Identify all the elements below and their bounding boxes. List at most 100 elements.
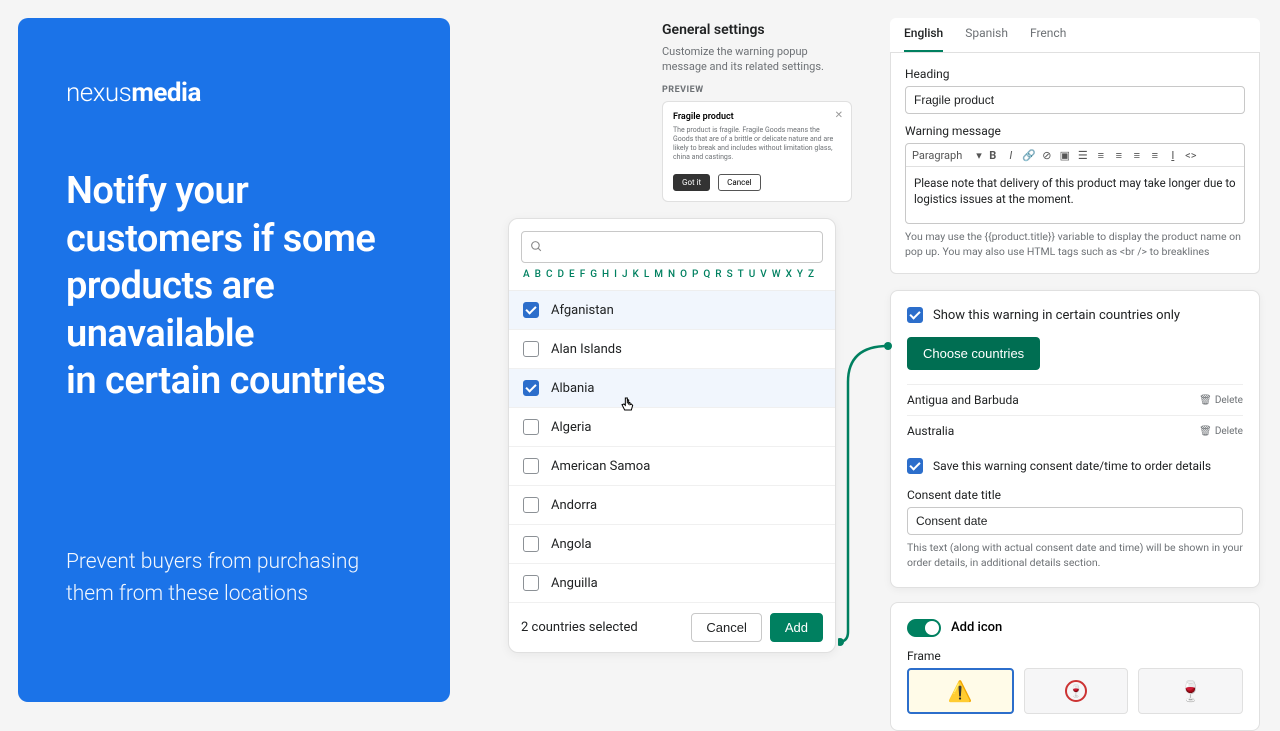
close-icon[interactable]: ✕: [835, 110, 843, 121]
alpha-letter[interactable]: P: [690, 269, 700, 280]
alpha-letter[interactable]: O: [678, 269, 689, 280]
add-button[interactable]: Add: [770, 613, 823, 642]
section-description: Customize the warning popup message and …: [662, 44, 852, 75]
delete-button[interactable]: 🗑 Delete: [1199, 395, 1243, 406]
country-checkbox[interactable]: [523, 458, 539, 474]
consent-hint: This text (along with actual consent dat…: [907, 541, 1243, 570]
unlink-icon[interactable]: ⊘: [1040, 148, 1054, 162]
hero-subtext: Prevent buyers from purchasing them from…: [66, 546, 402, 611]
italic-icon[interactable]: I: [1004, 148, 1018, 162]
alpha-letter[interactable]: H: [600, 269, 611, 280]
tab-spanish[interactable]: Spanish: [965, 26, 1008, 52]
save-consent-label: Save this warning consent date/time to o…: [933, 459, 1211, 473]
country-row[interactable]: Albania: [509, 369, 835, 408]
cancel-button[interactable]: Cancel: [691, 613, 761, 642]
preview-card: Fragile product ✕ The product is fragile…: [662, 101, 852, 202]
preview-cancel-button[interactable]: Cancel: [718, 174, 760, 191]
clear-format-icon[interactable]: I: [1166, 148, 1180, 162]
alpha-letter[interactable]: V: [758, 269, 768, 280]
country-checkbox[interactable]: [523, 302, 539, 318]
country-picker-modal: A B C D E F G H I J K L M N O P Q R S T …: [508, 218, 836, 653]
country-list: AfganistanAlan IslandsAlbania Algeria Amer…: [509, 290, 835, 603]
consent-title-input[interactable]: [907, 507, 1243, 535]
delete-button[interactable]: 🗑 Delete: [1199, 426, 1243, 437]
alpha-letter[interactable]: Q: [701, 269, 712, 280]
editor-body[interactable]: Please note that delivery of this produc…: [906, 167, 1244, 223]
country-row[interactable]: Alan Islands: [509, 330, 835, 369]
country-row[interactable]: American Samoa: [509, 447, 835, 486]
alpha-letter[interactable]: X: [784, 269, 794, 280]
alpha-letter[interactable]: R: [713, 269, 723, 280]
alpha-letter[interactable]: L: [642, 269, 651, 280]
consent-title-label: Consent date title: [907, 488, 1243, 502]
alpha-letter[interactable]: C: [544, 269, 555, 280]
alpha-letter[interactable]: F: [578, 269, 588, 280]
show-countries-label: Show this warning in certain countries o…: [933, 308, 1180, 323]
save-consent-checkbox[interactable]: [907, 458, 923, 474]
alpha-letter[interactable]: G: [588, 269, 599, 280]
link-icon[interactable]: 🔗: [1022, 148, 1036, 162]
country-checkbox[interactable]: [523, 497, 539, 513]
alpha-letter[interactable]: N: [666, 269, 677, 280]
alpha-letter[interactable]: J: [620, 269, 630, 280]
align-left-icon[interactable]: ≡: [1112, 148, 1126, 162]
frame-glass-icon[interactable]: 🍷: [1138, 668, 1243, 714]
country-row[interactable]: Algeria: [509, 408, 835, 447]
hero-headline: Notify your customers if some products a…: [66, 168, 402, 406]
paragraph-select[interactable]: Paragraph▾: [912, 149, 982, 162]
tab-english[interactable]: English: [904, 26, 943, 52]
tab-french[interactable]: French: [1030, 26, 1066, 52]
selected-countries-list: Antigua and Barbuda🗑 DeleteAustralia🗑 De…: [907, 384, 1243, 446]
alpha-letter[interactable]: B: [533, 269, 543, 280]
country-row[interactable]: Anguilla: [509, 564, 835, 603]
search-container: [521, 231, 823, 263]
choose-countries-button[interactable]: Choose countries: [907, 337, 1040, 370]
rich-text-editor: Paragraph▾ B I 🔗 ⊘ ▣ ☰ ≡ ≡ ≡ ≡ I <> Plea…: [905, 143, 1245, 224]
country-row[interactable]: Andorra: [509, 486, 835, 525]
settings-column: EnglishSpanishFrench Heading Warning mes…: [890, 18, 1260, 731]
alpha-letter[interactable]: T: [736, 269, 746, 280]
alpha-letter[interactable]: M: [652, 269, 665, 280]
alpha-letter[interactable]: U: [747, 269, 758, 280]
add-icon-toggle-row: Add icon: [907, 619, 1243, 637]
preview-label: PREVIEW: [662, 85, 852, 95]
add-icon-toggle[interactable]: [907, 619, 941, 637]
logo-light: nexus: [66, 78, 131, 108]
country-name: Algeria: [551, 420, 591, 435]
alpha-letter[interactable]: K: [631, 269, 641, 280]
show-countries-checkbox[interactable]: [907, 307, 923, 323]
search-input[interactable]: [549, 240, 814, 255]
alpha-letter[interactable]: E: [567, 269, 577, 280]
country-row[interactable]: Afganistan: [509, 291, 835, 330]
preview-body: The product is fragile. Fragile Goods me…: [673, 126, 841, 162]
alpha-letter[interactable]: Y: [795, 269, 805, 280]
alpha-letter[interactable]: D: [556, 269, 567, 280]
code-icon[interactable]: <>: [1184, 148, 1198, 162]
align-right-icon[interactable]: ≡: [1148, 148, 1162, 162]
heading-input[interactable]: [905, 86, 1245, 114]
alpha-letter[interactable]: Z: [806, 269, 816, 280]
brand-logo: nexusmedia: [66, 78, 402, 108]
country-checkbox[interactable]: [523, 341, 539, 357]
frame-glass-circle-icon[interactable]: 🍷: [1024, 668, 1129, 714]
image-icon[interactable]: ▣: [1058, 148, 1072, 162]
ul-icon[interactable]: ☰: [1076, 148, 1090, 162]
country-name: Anguilla: [551, 576, 598, 591]
bold-icon[interactable]: B: [986, 148, 1000, 162]
alpha-letter[interactable]: W: [770, 269, 783, 280]
country-checkbox[interactable]: [523, 575, 539, 591]
alpha-letter[interactable]: S: [725, 269, 735, 280]
warning-label: Warning message: [905, 124, 1245, 138]
country-checkbox[interactable]: [523, 380, 539, 396]
alpha-letter[interactable]: I: [612, 269, 619, 280]
country-name: Angola: [551, 537, 592, 552]
align-center-icon[interactable]: ≡: [1130, 148, 1144, 162]
alpha-letter[interactable]: A: [521, 269, 532, 280]
ol-icon[interactable]: ≡: [1094, 148, 1108, 162]
show-countries-checkbox-row: Show this warning in certain countries o…: [907, 307, 1243, 323]
frame-warning-icon[interactable]: ⚠️: [907, 668, 1014, 714]
got-it-button[interactable]: Got it: [673, 174, 710, 191]
country-row[interactable]: Angola: [509, 525, 835, 564]
country-checkbox[interactable]: [523, 536, 539, 552]
country-checkbox[interactable]: [523, 419, 539, 435]
